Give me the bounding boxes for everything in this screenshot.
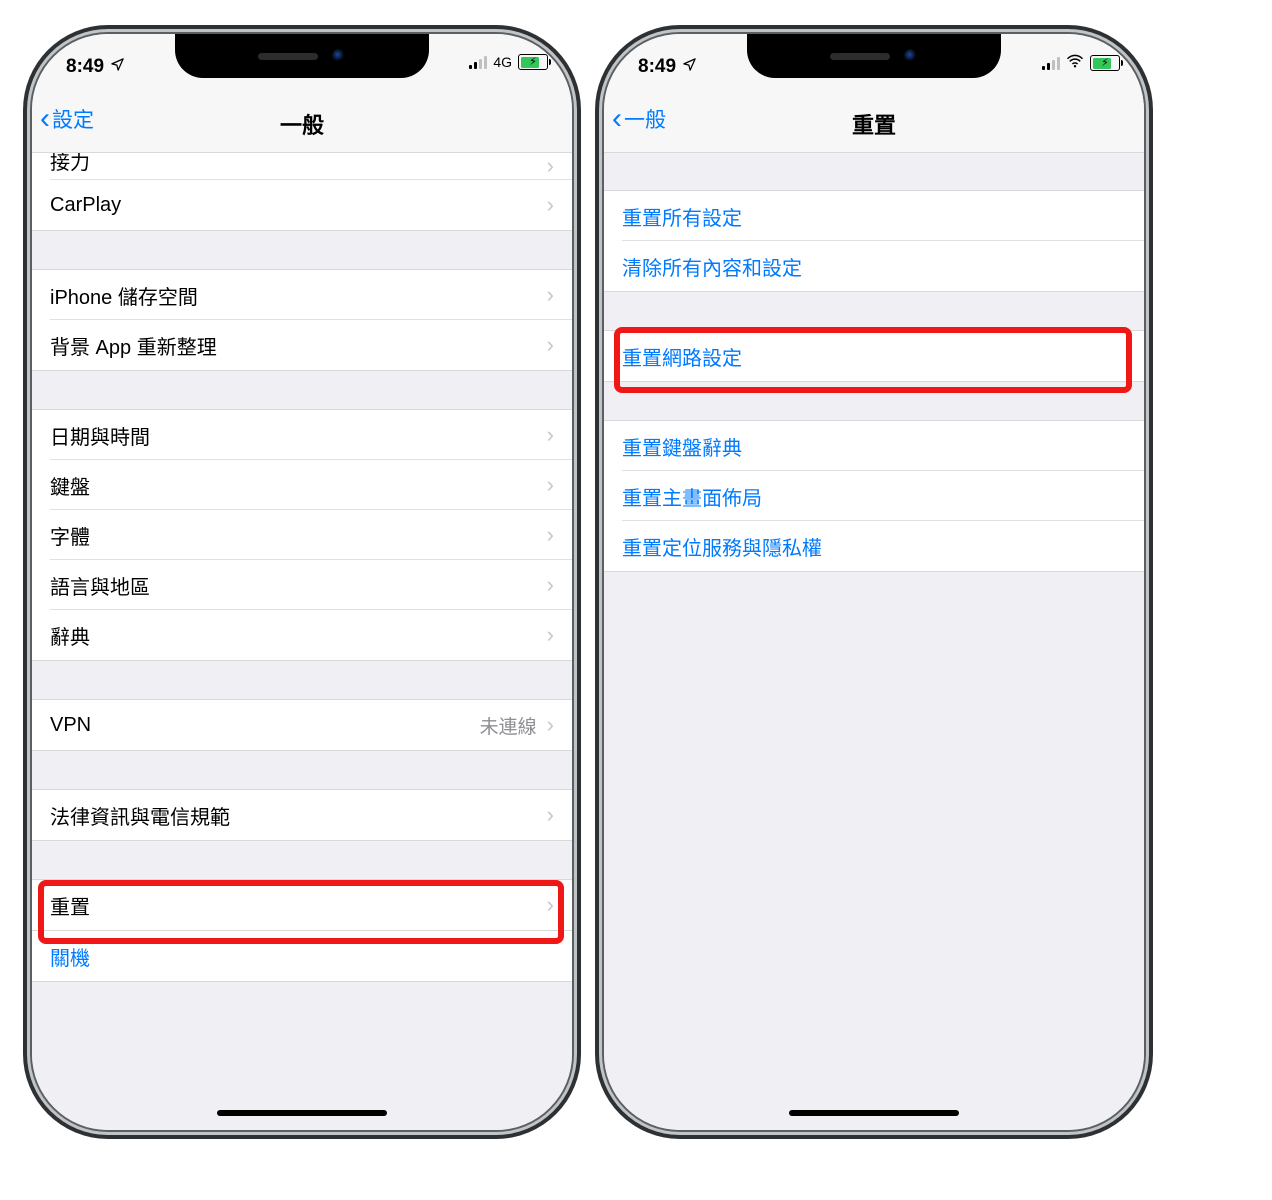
chevron-right-icon: › bbox=[547, 472, 554, 498]
speaker-slot bbox=[830, 53, 890, 60]
row-label: iPhone 儲存空間 bbox=[50, 281, 547, 310]
reset-content[interactable]: 重置所有設定 清除所有內容和設定 重置網路設定 重置鍵盤辭典 重置主畫面佈局 bbox=[604, 152, 1144, 1130]
battery-icon: ⚡︎ bbox=[518, 54, 548, 70]
row-label: 重置定位服務與隱私權 bbox=[622, 532, 1126, 561]
row-reset-keyboard-dictionary[interactable]: 重置鍵盤辭典 bbox=[604, 421, 1144, 471]
phone-frame-right: 8:49 ⚡︎ ‹ 一般 重置 bbox=[604, 34, 1144, 1130]
row-label: 清除所有內容和設定 bbox=[622, 252, 1126, 281]
nav-bar: ‹ 一般 重置 bbox=[604, 94, 1144, 153]
chevron-right-icon: › bbox=[547, 332, 554, 358]
row-label: 語言與地區 bbox=[50, 571, 547, 600]
nav-bar: ‹ 設定 一般 bbox=[32, 94, 572, 153]
row-label: 日期與時間 bbox=[50, 421, 547, 450]
row-language-region[interactable]: 語言與地區 › bbox=[32, 560, 572, 610]
row-label: VPN bbox=[50, 714, 480, 737]
row-label: 背景 App 重新整理 bbox=[50, 331, 547, 360]
row-detail: 未連線 bbox=[480, 712, 537, 739]
row-reset[interactable]: 重置 › bbox=[32, 880, 572, 930]
chevron-right-icon: › bbox=[547, 622, 554, 648]
chevron-right-icon: › bbox=[547, 422, 554, 448]
row-keyboard[interactable]: 鍵盤 › bbox=[32, 460, 572, 510]
row-label: 辭典 bbox=[50, 621, 547, 650]
chevron-right-icon: › bbox=[547, 153, 554, 179]
battery-icon: ⚡︎ bbox=[1090, 55, 1120, 71]
charging-icon: ⚡︎ bbox=[1101, 56, 1109, 69]
network-label: 4G bbox=[493, 54, 512, 70]
page-title: 一般 bbox=[32, 108, 572, 140]
row-reset-location-privacy[interactable]: 重置定位服務與隱私權 bbox=[604, 521, 1144, 571]
chevron-right-icon: › bbox=[547, 522, 554, 548]
row-dictionary[interactable]: 辭典 › bbox=[32, 610, 572, 660]
row-reset-home-layout[interactable]: 重置主畫面佈局 bbox=[604, 471, 1144, 521]
row-label: 重置所有設定 bbox=[622, 202, 1126, 231]
row-label: 鍵盤 bbox=[50, 471, 547, 500]
notch bbox=[747, 34, 1001, 78]
row-iphone-storage[interactable]: iPhone 儲存空間 › bbox=[32, 270, 572, 320]
row-shutdown[interactable]: 關機 bbox=[32, 931, 572, 981]
row-label: 重置主畫面佈局 bbox=[622, 482, 1126, 511]
row-reset-all-settings[interactable]: 重置所有設定 bbox=[604, 191, 1144, 241]
chevron-right-icon: › bbox=[547, 192, 554, 218]
row-label: CarPlay bbox=[50, 194, 547, 217]
status-time: 8:49 bbox=[66, 56, 104, 78]
row-label: 字體 bbox=[50, 521, 547, 550]
row-label: 重置 bbox=[50, 891, 547, 920]
speaker-slot bbox=[258, 53, 318, 60]
row-label: 重置網路設定 bbox=[622, 342, 1126, 371]
location-icon bbox=[682, 56, 697, 78]
location-icon bbox=[110, 56, 125, 78]
chevron-right-icon: › bbox=[547, 802, 554, 828]
home-indicator[interactable] bbox=[789, 1110, 959, 1116]
row-label: 重置鍵盤辭典 bbox=[622, 432, 1126, 461]
chevron-right-icon: › bbox=[547, 282, 554, 308]
front-camera bbox=[904, 49, 918, 63]
page-title: 重置 bbox=[604, 108, 1144, 140]
notch bbox=[175, 34, 429, 78]
front-camera bbox=[332, 49, 346, 63]
row-label: 接力 bbox=[50, 152, 547, 175]
row-label: 關機 bbox=[50, 942, 554, 971]
home-indicator[interactable] bbox=[217, 1110, 387, 1116]
row-background-app-refresh[interactable]: 背景 App 重新整理 › bbox=[32, 320, 572, 370]
cellular-signal-icon bbox=[469, 55, 487, 69]
wifi-icon bbox=[1066, 54, 1084, 72]
row-handoff[interactable]: 接力 › bbox=[32, 152, 572, 180]
row-date-time[interactable]: 日期與時間 › bbox=[32, 410, 572, 460]
row-reset-network-settings[interactable]: 重置網路設定 bbox=[604, 331, 1144, 381]
row-fonts[interactable]: 字體 › bbox=[32, 510, 572, 560]
phone-frame-left: 8:49 4G ⚡︎ ‹ 設定 一般 bbox=[32, 34, 572, 1130]
row-erase-all-content[interactable]: 清除所有內容和設定 bbox=[604, 241, 1144, 291]
settings-content[interactable]: 接力 › CarPlay › iPhone 儲存空間 › 背景 App 重新整理… bbox=[32, 152, 572, 1130]
row-vpn[interactable]: VPN 未連線 › bbox=[32, 700, 572, 750]
cellular-signal-icon bbox=[1042, 56, 1060, 70]
row-legal[interactable]: 法律資訊與電信規範 › bbox=[32, 790, 572, 840]
chevron-right-icon: › bbox=[547, 712, 554, 738]
row-carplay[interactable]: CarPlay › bbox=[32, 180, 572, 230]
chevron-right-icon: › bbox=[547, 572, 554, 598]
charging-icon: ⚡︎ bbox=[529, 55, 537, 68]
chevron-right-icon: › bbox=[547, 892, 554, 918]
row-label: 法律資訊與電信規範 bbox=[50, 801, 547, 830]
status-time: 8:49 bbox=[638, 56, 676, 78]
